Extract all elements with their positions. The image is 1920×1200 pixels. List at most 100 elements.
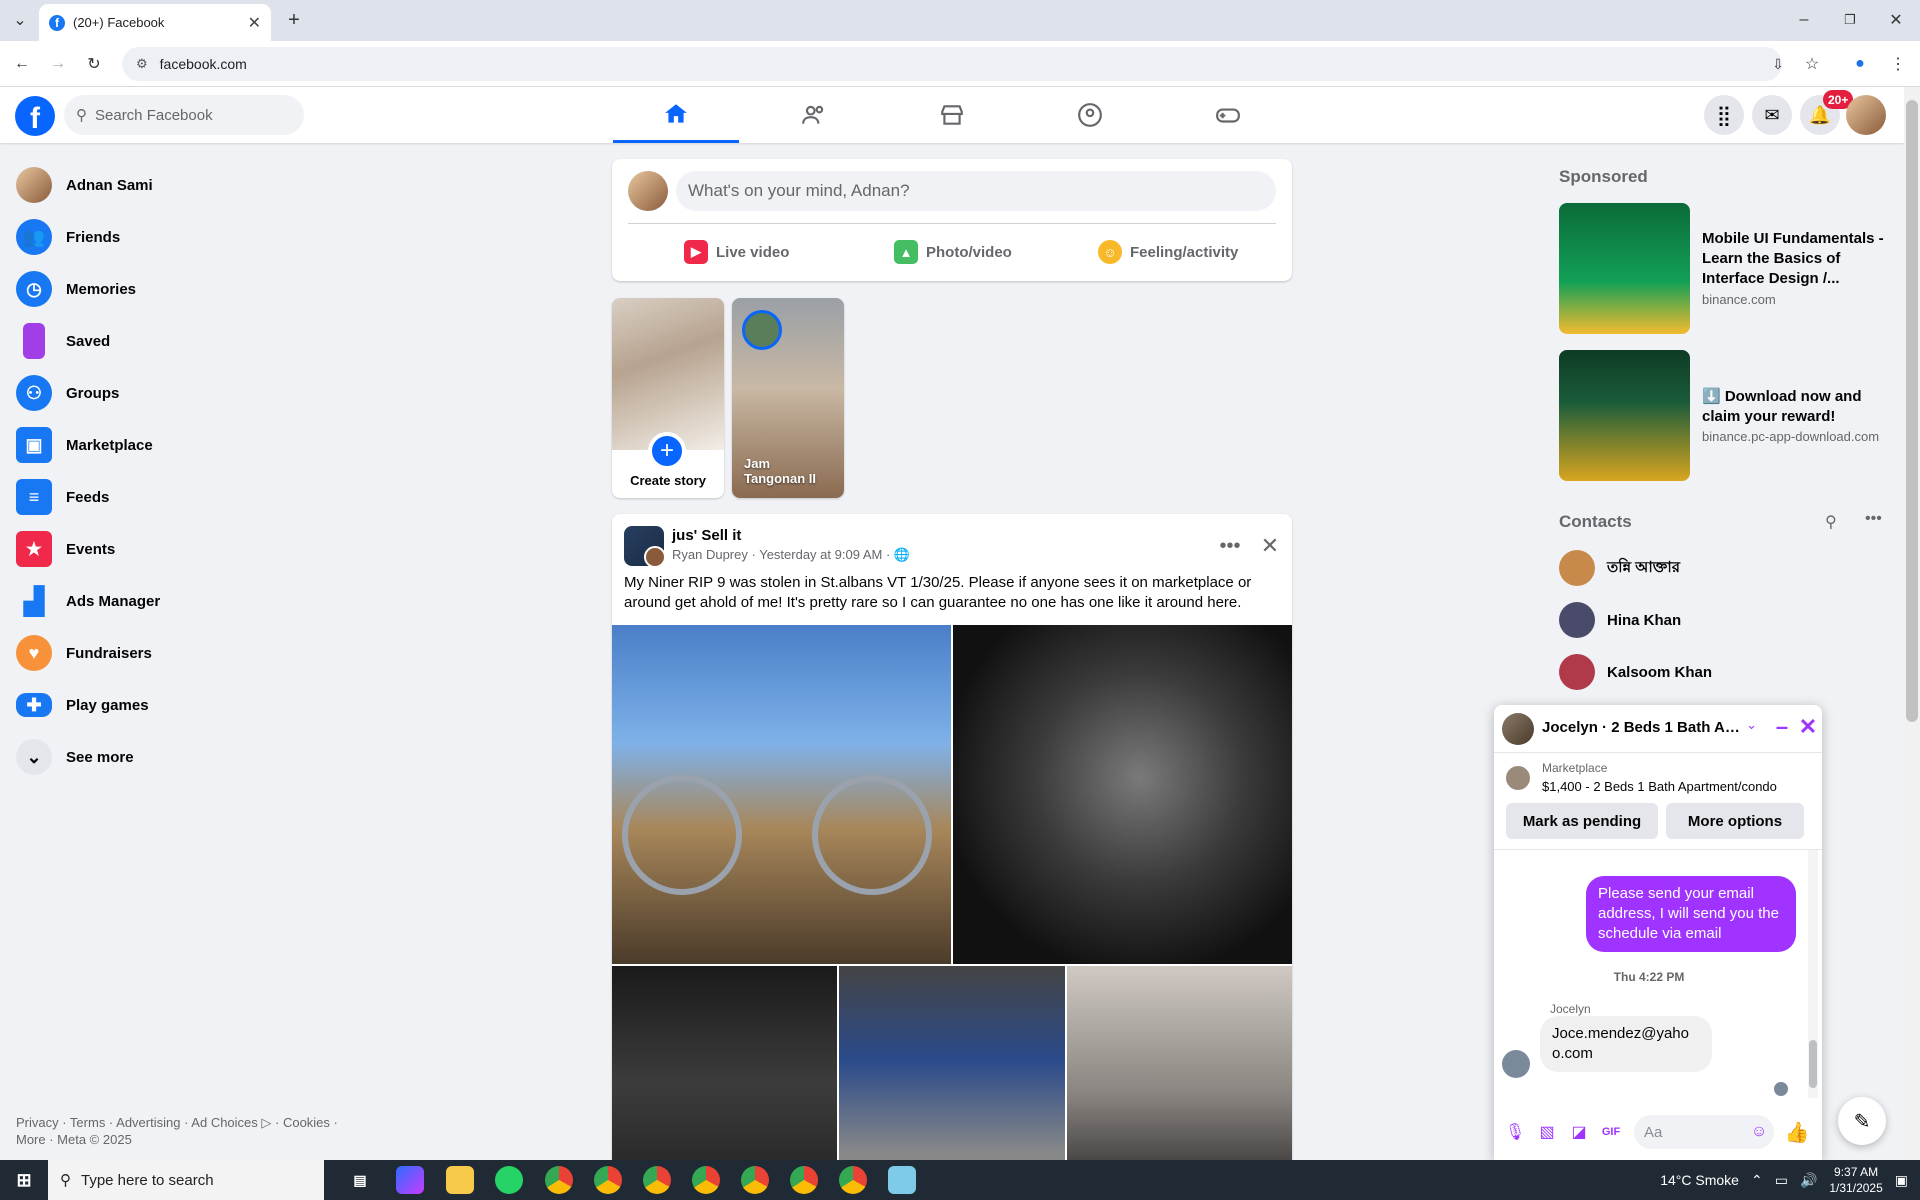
chrome-icon[interactable] (839, 1166, 867, 1194)
tab-home[interactable] (613, 87, 739, 143)
sidebar-item-events[interactable]: ★ Events (8, 525, 348, 573)
tray-chevron-icon[interactable]: ⌃ (1751, 1172, 1763, 1189)
sidebar-item-profile[interactable]: Adnan Sami (8, 161, 348, 209)
clock[interactable]: 9:37 AM 1/31/2025 (1829, 1164, 1882, 1196)
composer-input[interactable]: What's on your mind, Adnan? (676, 171, 1276, 211)
forward-icon[interactable]: → (46, 52, 70, 76)
tab-marketplace[interactable] (889, 87, 1015, 143)
new-tab-icon[interactable]: + (282, 8, 306, 32)
sidebar-item-ads-manager[interactable]: ▟ Ads Manager (8, 577, 348, 625)
minimize-window-icon[interactable]: – (1792, 8, 1816, 32)
chat-scrollbar-thumb[interactable] (1809, 1040, 1817, 1088)
live-video-button[interactable]: ▶ Live video (684, 231, 789, 273)
chat-title[interactable]: Jocelyn · 2 Beds 1 Bath Ap... (1542, 719, 1742, 736)
windows-start-icon[interactable]: ⊞ (10, 1166, 38, 1194)
minimize-icon[interactable]: – (1768, 713, 1796, 741)
close-icon[interactable]: ✕ (1252, 528, 1288, 564)
author-avatar[interactable] (644, 546, 666, 568)
app-icon[interactable] (888, 1166, 916, 1194)
search-input[interactable]: ⚲ Search Facebook (64, 95, 304, 135)
sidebar-item-groups[interactable]: ⚇ Groups (8, 369, 348, 417)
tab-groups[interactable] (1027, 87, 1153, 143)
sidebar-item-friends[interactable]: 👥 Friends (8, 213, 348, 261)
contacts-options-icon[interactable]: ••• (1865, 510, 1882, 528)
file-explorer-icon[interactable] (446, 1166, 474, 1194)
sidebar-item-see-more[interactable]: ⌄ See more (8, 733, 348, 781)
thumbs-up-icon[interactable]: 👍 (1784, 1119, 1810, 1145)
account-avatar[interactable] (1846, 95, 1886, 135)
close-window-icon[interactable]: ✕ (1884, 8, 1908, 32)
post-author[interactable]: Ryan Duprey (672, 547, 748, 562)
sticker-icon[interactable]: ◪ (1566, 1119, 1592, 1145)
chrome-icon[interactable] (790, 1166, 818, 1194)
browser-tab[interactable]: f (20+) Facebook ✕ (39, 4, 271, 41)
group-name[interactable]: jus' Sell it (672, 527, 741, 544)
ad-image[interactable] (1559, 350, 1690, 481)
new-message-button[interactable]: ✎ (1838, 1097, 1886, 1145)
ad-image[interactable] (1559, 203, 1690, 334)
chrome-icon[interactable] (643, 1166, 671, 1194)
create-story-card[interactable]: + Create story (612, 298, 724, 498)
messenger-button[interactable]: ✉ (1752, 95, 1792, 135)
sidebar-item-fundraisers[interactable]: ♥ Fundraisers (8, 629, 348, 677)
story-card[interactable]: Jam Tangonan II (732, 298, 844, 498)
footer-line-2[interactable]: More · Meta © 2025 (16, 1131, 376, 1148)
chrome-menu-icon[interactable]: ⋮ (1886, 52, 1910, 76)
install-app-icon[interactable]: ⇩ (1766, 52, 1790, 76)
reload-icon[interactable]: ↻ (82, 52, 106, 76)
tab-friends[interactable] (751, 87, 877, 143)
post-photo[interactable] (612, 625, 951, 964)
image-icon[interactable]: ▧ (1534, 1119, 1560, 1145)
more-options-button[interactable]: More options (1666, 803, 1804, 839)
ad-title[interactable]: ⬇️ Download now and claim your reward! (1702, 387, 1897, 427)
contact-item[interactable]: Kalsoom Khan (1551, 646, 1891, 698)
microphone-icon[interactable]: 🎙 (1502, 1119, 1528, 1145)
chrome-icon[interactable] (692, 1166, 720, 1194)
copilot-icon[interactable] (396, 1166, 424, 1194)
site-settings-icon[interactable]: ⚙ (136, 56, 148, 72)
chrome-profile-icon[interactable]: ● (1848, 52, 1872, 76)
tab-gaming[interactable] (1165, 87, 1291, 143)
chat-avatar[interactable] (1502, 713, 1534, 745)
ad-title[interactable]: Mobile UI Fundamentals - Learn the Basic… (1702, 229, 1897, 289)
footer-links[interactable]: Privacy · Terms · Advertising · Ad Choic… (16, 1114, 376, 1148)
sidebar-item-memories[interactable]: ◷ Memories (8, 265, 348, 313)
listing-title[interactable]: $1,400 - 2 Beds 1 Bath Apartment/condo (1542, 779, 1777, 794)
contact-item[interactable]: তন্নি আক্তার (1551, 542, 1891, 594)
page-scrollbar-thumb[interactable] (1906, 100, 1918, 722)
emoji-icon[interactable]: ☺ (1746, 1119, 1772, 1145)
chevron-down-icon[interactable]: ⌄ (1746, 717, 1757, 733)
ad-url[interactable]: binance.com (1702, 292, 1776, 307)
more-options-icon[interactable]: ••• (1212, 528, 1248, 564)
tab-close-icon[interactable]: ✕ (248, 13, 261, 33)
weather-text[interactable]: 14°C Smoke (1660, 1172, 1739, 1188)
chrome-icon[interactable] (545, 1166, 573, 1194)
restore-window-icon[interactable]: ❐ (1838, 8, 1862, 32)
photo-video-button[interactable]: ▲ Photo/video (894, 231, 1012, 273)
sidebar-item-saved[interactable]: Saved (8, 317, 348, 365)
tab-list-chevron-icon[interactable]: ⌄ (8, 8, 32, 32)
whatsapp-icon[interactable] (495, 1166, 523, 1194)
contact-item[interactable]: Hina Khan (1551, 594, 1891, 646)
post-time[interactable]: Yesterday at 9:09 AM (759, 547, 882, 562)
facebook-logo-icon[interactable]: f (15, 96, 55, 136)
back-icon[interactable]: ← (10, 52, 34, 76)
chrome-icon[interactable] (741, 1166, 769, 1194)
sidebar-item-marketplace[interactable]: ▣ Marketplace (8, 421, 348, 469)
url-input[interactable]: ⚙ facebook.com (122, 47, 1782, 81)
sidebar-item-play-games[interactable]: ✚ Play games (8, 681, 348, 729)
mark-as-pending-button[interactable]: Mark as pending (1506, 803, 1658, 839)
task-view-icon[interactable]: ▤ (346, 1166, 374, 1194)
footer-line-1[interactable]: Privacy · Terms · Advertising · Ad Choic… (16, 1114, 376, 1131)
notification-center-icon[interactable]: ▣ (1895, 1172, 1908, 1189)
network-icon[interactable]: ▭ (1775, 1172, 1788, 1189)
composer-avatar[interactable] (628, 171, 668, 211)
close-icon[interactable]: ✕ (1794, 713, 1822, 741)
volume-icon[interactable]: 🔊 (1800, 1172, 1817, 1189)
menu-grid-button[interactable]: ⣿ (1704, 95, 1744, 135)
post-photo[interactable] (953, 625, 1292, 964)
message-thread[interactable]: Please send your email address, I will s… (1494, 849, 1822, 1098)
gif-icon[interactable]: GIF (1598, 1119, 1624, 1145)
bookmark-star-icon[interactable]: ☆ (1800, 52, 1824, 76)
taskbar-search-input[interactable]: ⚲ Type here to search (48, 1160, 324, 1200)
